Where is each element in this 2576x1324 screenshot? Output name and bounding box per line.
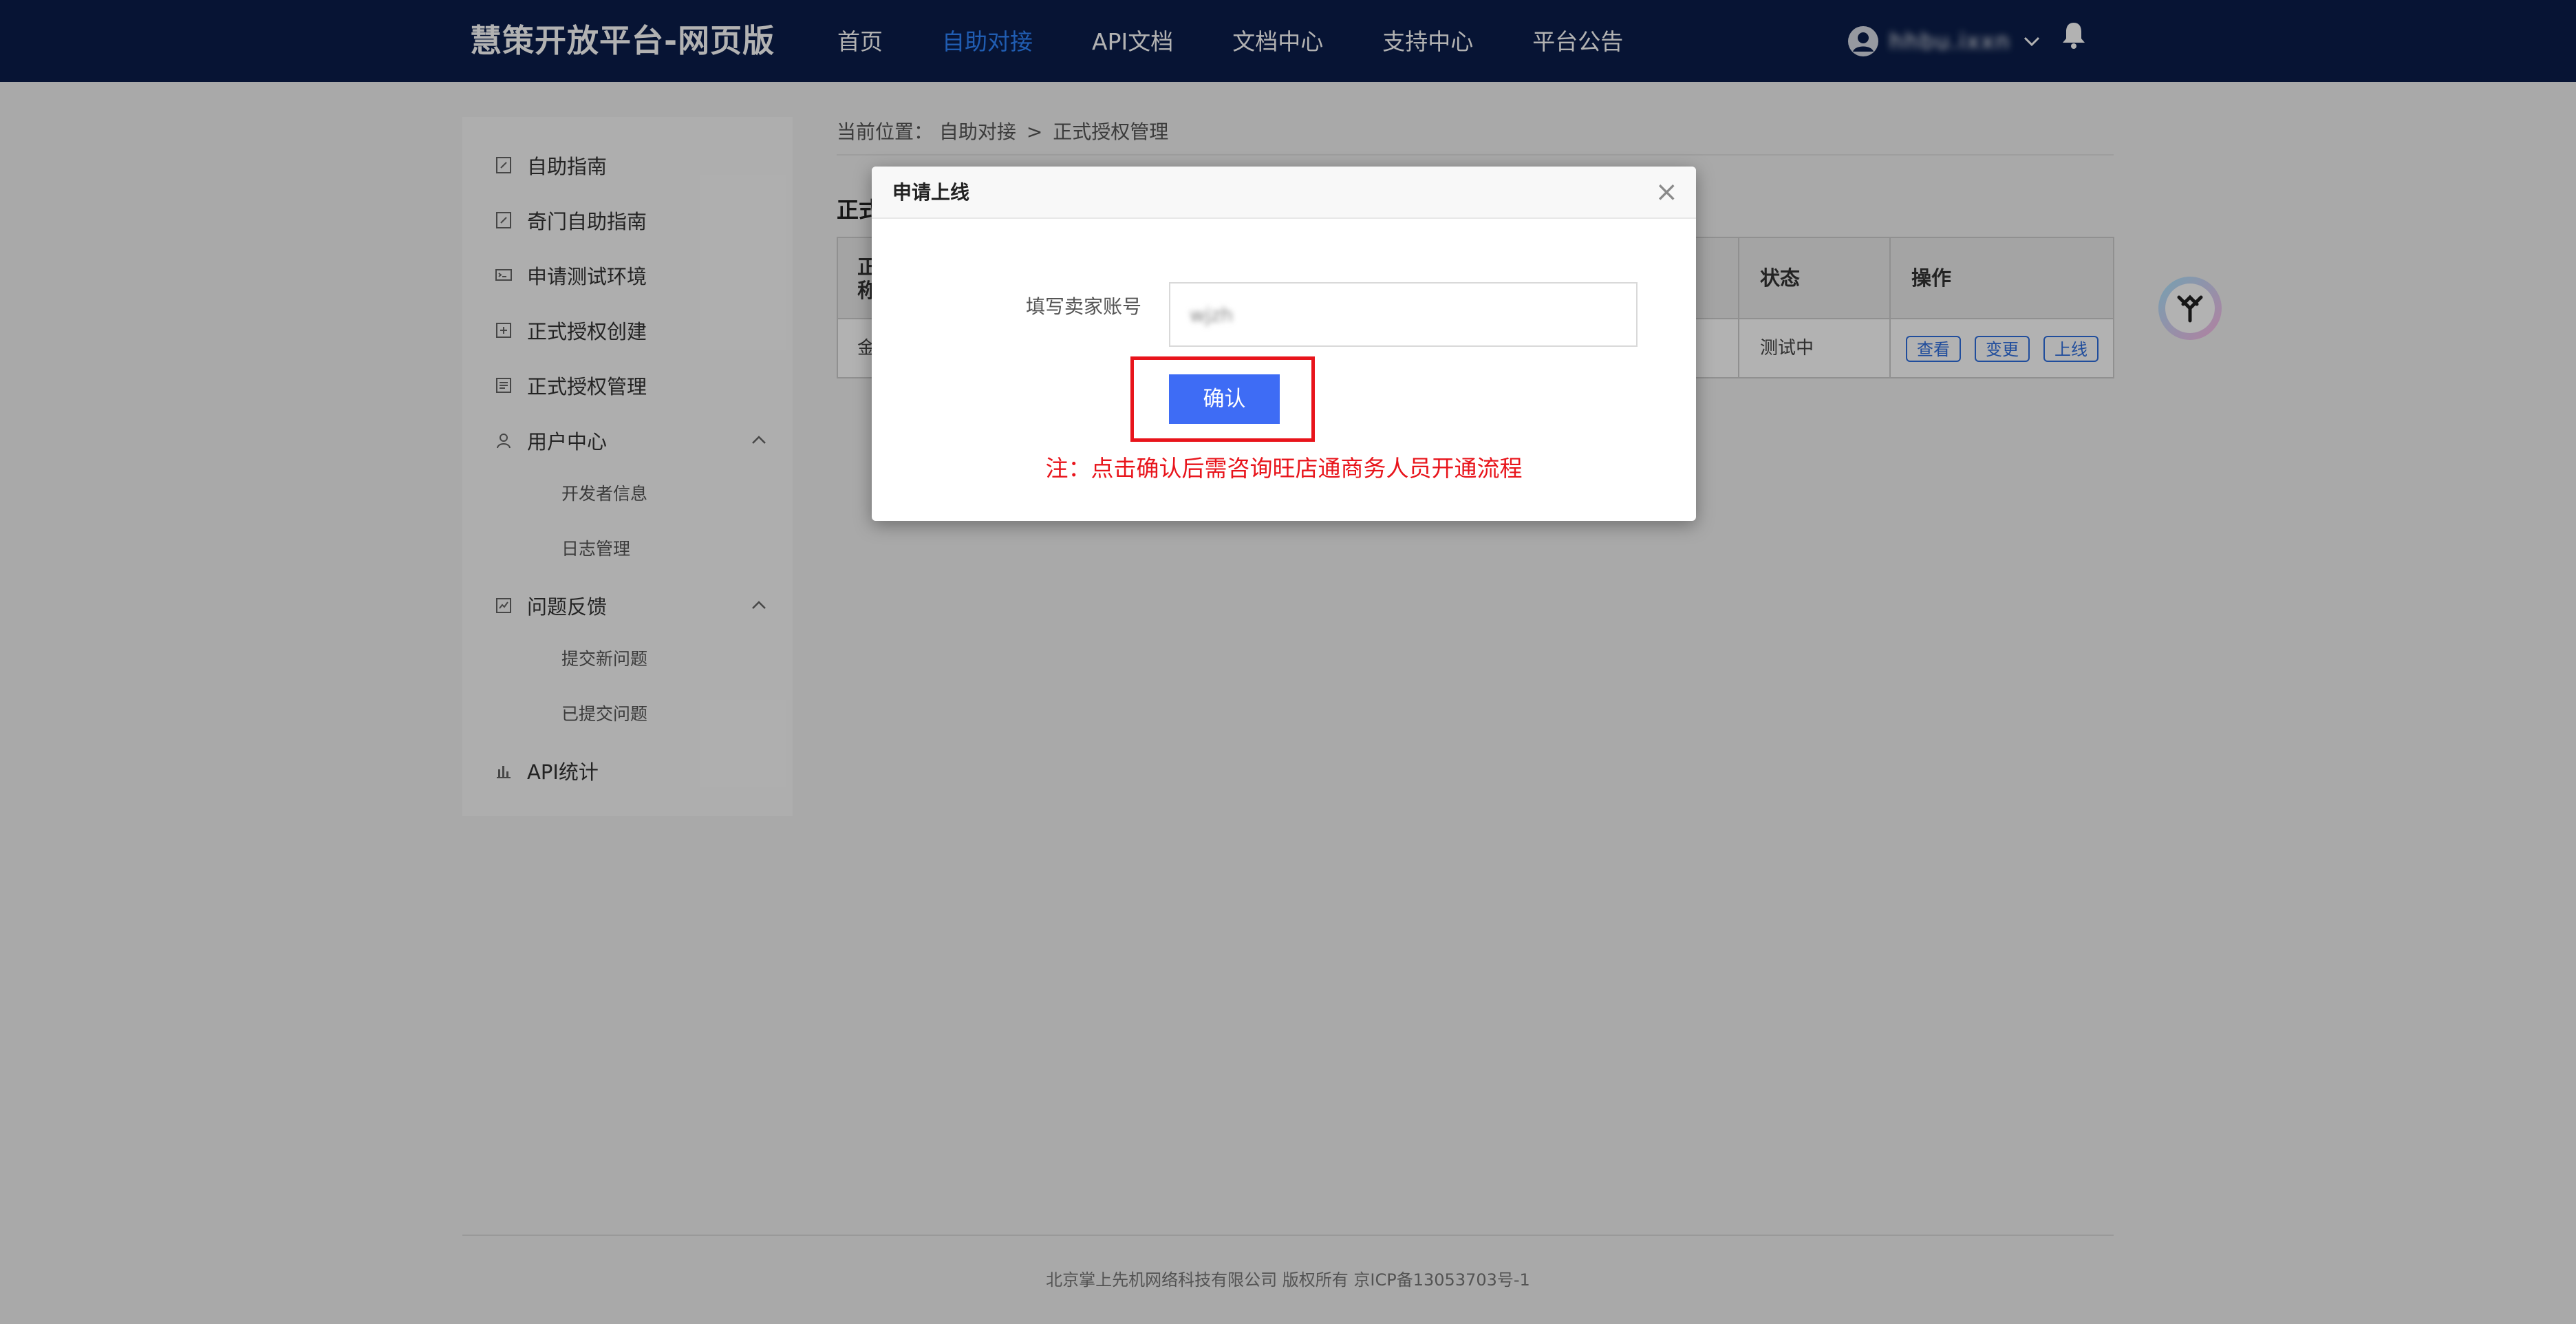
seller-account-input[interactable]: wjzh [1169, 282, 1638, 347]
close-icon[interactable]: × [1655, 167, 1678, 217]
confirm-button[interactable]: 确认 [1169, 374, 1280, 424]
seller-account-value: wjzh [1190, 303, 1234, 326]
dialog-header: 申请上线 × [872, 167, 1696, 219]
dialog-title: 申请上线 [892, 181, 970, 204]
apply-online-dialog: 申请上线 × 填写卖家账号 wjzh 确认 注：点击确认后需咨询旺店通商务人员开… [872, 167, 1696, 521]
seller-account-label: 填写卖家账号 [1026, 295, 1142, 318]
dialog-note: 注：点击确认后需咨询旺店通商务人员开通流程 [1045, 455, 1523, 482]
